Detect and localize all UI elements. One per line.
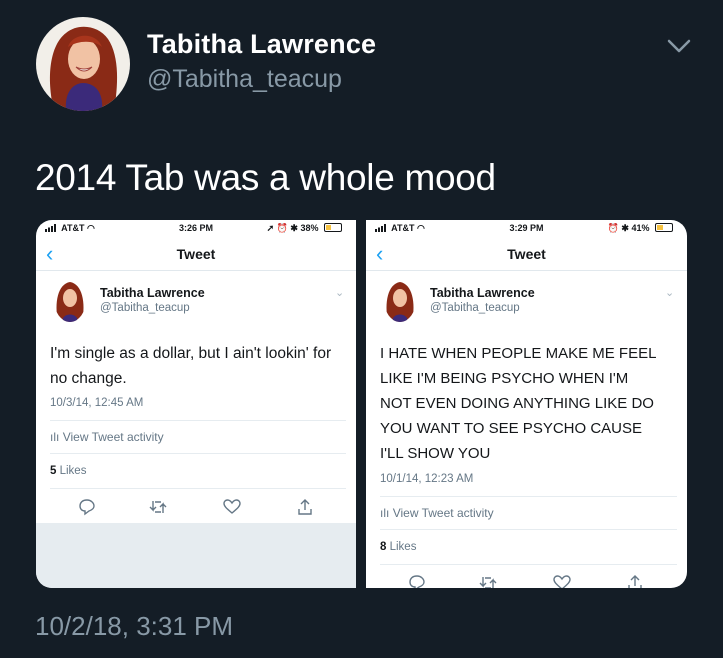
alarm-icon: ⏰ bbox=[276, 223, 288, 233]
battery-percent: 41% bbox=[631, 223, 650, 233]
divider bbox=[380, 496, 677, 497]
battery-icon bbox=[324, 223, 342, 232]
bar-chart-icon: ılı bbox=[380, 506, 390, 520]
text-line: I'LL SHOW YOU bbox=[380, 445, 491, 462]
text-line: LIKE I'M BEING PSYCHO WHEN I'M bbox=[380, 370, 629, 387]
chevron-down-icon[interactable]: ⌄ bbox=[665, 286, 674, 299]
text-line: I'm single as a dollar, but I ain't look… bbox=[50, 345, 332, 362]
activity-label: View Tweet activity bbox=[62, 430, 164, 444]
reply-icon[interactable] bbox=[408, 574, 426, 588]
share-icon[interactable] bbox=[296, 498, 314, 516]
status-right: ➚ ⏰ ✱ 38% bbox=[267, 223, 342, 234]
screenshot-left[interactable]: AT&T ◠ 3:26 PM ➚ ⏰ ✱ 38% ‹ Tweet Tabitha… bbox=[36, 220, 356, 588]
alarm-icon: ⏰ bbox=[607, 223, 619, 233]
inner-tweet-text: I HATE WHEN PEOPLE MAKE ME FEEL LIKE I'M… bbox=[380, 341, 656, 466]
bar-chart-icon: ılı bbox=[50, 430, 60, 444]
likes-label: Likes bbox=[389, 541, 417, 553]
text-line: YOU WANT TO SEE PSYCHO CAUSE bbox=[380, 420, 643, 437]
likes-number: 5 bbox=[50, 465, 57, 477]
battery-icon bbox=[655, 223, 673, 232]
view-tweet-activity[interactable]: ılı View Tweet activity bbox=[50, 430, 164, 444]
text-line: no change. bbox=[50, 370, 127, 387]
text-line: NOT EVEN DOING ANYTHING LIKE DO bbox=[380, 395, 654, 412]
author-avatar[interactable] bbox=[36, 17, 130, 111]
status-bar: AT&T ◠ 3:29 PM ⏰ ✱ 41% bbox=[366, 220, 687, 237]
status-right: ⏰ ✱ 41% bbox=[608, 223, 673, 234]
nav-title: Tweet bbox=[176, 246, 216, 262]
action-bar bbox=[36, 498, 356, 522]
likes-label: Likes bbox=[59, 465, 87, 477]
divider bbox=[380, 564, 677, 565]
action-bar bbox=[366, 574, 687, 588]
bluetooth-icon: ✱ bbox=[290, 223, 298, 233]
nav-title: Tweet bbox=[507, 246, 546, 262]
bluetooth-icon: ✱ bbox=[621, 223, 629, 233]
share-icon[interactable] bbox=[626, 574, 644, 588]
reply-icon[interactable] bbox=[78, 498, 96, 516]
inner-tweet-date: 10/1/14, 12:23 AM bbox=[380, 473, 474, 485]
tweet-text: 2014 Tab was a whole mood bbox=[35, 157, 496, 198]
likes-number: 8 bbox=[380, 541, 387, 553]
divider bbox=[50, 453, 346, 454]
inner-tweet-date: 10/3/14, 12:45 AM bbox=[50, 397, 144, 409]
like-icon[interactable] bbox=[553, 574, 571, 588]
inner-tweet-text: I'm single as a dollar, but I ain't look… bbox=[50, 341, 331, 391]
battery-percent: 38% bbox=[300, 223, 319, 233]
chevron-down-icon[interactable]: ⌄ bbox=[335, 286, 344, 299]
tweet-timestamp[interactable]: 10/2/18, 3:31 PM bbox=[35, 611, 233, 642]
nav-bar: ‹ Tweet bbox=[366, 237, 687, 271]
text-line: I HATE WHEN PEOPLE MAKE ME FEEL bbox=[380, 345, 657, 362]
retweet-icon[interactable] bbox=[479, 574, 497, 588]
empty-area bbox=[36, 523, 356, 588]
inner-author-name[interactable]: Tabitha Lawrence bbox=[430, 286, 535, 300]
location-icon: ➚ bbox=[266, 223, 275, 233]
inner-avatar[interactable] bbox=[384, 278, 416, 322]
divider bbox=[380, 529, 677, 530]
inner-avatar[interactable] bbox=[54, 278, 86, 322]
screenshot-right[interactable]: AT&T ◠ 3:29 PM ⏰ ✱ 41% ‹ Tweet Tabitha L… bbox=[366, 220, 687, 588]
inner-author-handle[interactable]: @Tabitha_teacup bbox=[100, 302, 190, 314]
divider bbox=[50, 488, 346, 489]
likes-count[interactable]: 5 Likes bbox=[50, 465, 86, 477]
retweet-icon[interactable] bbox=[149, 498, 167, 516]
view-tweet-activity[interactable]: ılı View Tweet activity bbox=[380, 506, 494, 520]
inner-author-name[interactable]: Tabitha Lawrence bbox=[100, 286, 205, 300]
author-handle[interactable]: @Tabitha_teacup bbox=[147, 65, 342, 94]
chevron-down-icon[interactable] bbox=[666, 36, 692, 56]
divider bbox=[50, 420, 346, 421]
like-icon[interactable] bbox=[223, 498, 241, 516]
inner-author-handle[interactable]: @Tabitha_teacup bbox=[430, 302, 520, 314]
author-name[interactable]: Tabitha Lawrence bbox=[147, 29, 376, 60]
nav-bar: ‹ Tweet bbox=[36, 237, 356, 271]
activity-label: View Tweet activity bbox=[392, 506, 494, 520]
status-bar: AT&T ◠ 3:26 PM ➚ ⏰ ✱ 38% bbox=[36, 220, 356, 237]
likes-count[interactable]: 8 Likes bbox=[380, 541, 416, 553]
